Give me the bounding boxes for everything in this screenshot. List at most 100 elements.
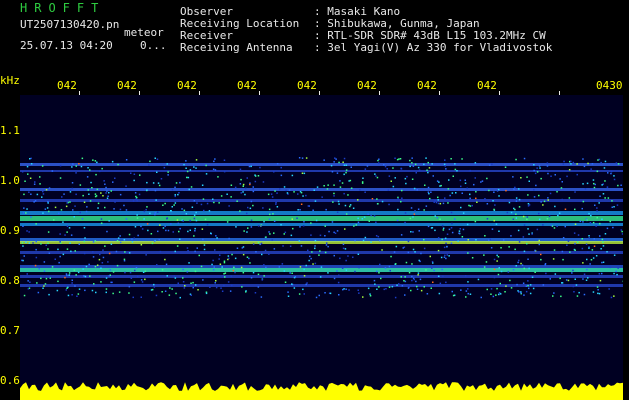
noise-dot: [69, 189, 72, 191]
noise-dot: [491, 163, 493, 165]
x-tick-label: 042: [117, 79, 137, 92]
noise-dot: [428, 167, 431, 169]
noise-dot: [469, 197, 471, 200]
noise-dot: [205, 173, 208, 175]
noise-dot: [151, 242, 154, 245]
noise-dot: [343, 173, 345, 176]
noise-dot: [550, 175, 552, 177]
noise-dot: [328, 230, 330, 233]
noise-dot: [358, 266, 360, 269]
noise-dot: [416, 285, 418, 288]
noise-dot: [175, 292, 177, 295]
noise-dot: [61, 196, 63, 198]
noise-dot: [83, 252, 86, 255]
noise-dot: [133, 179, 135, 182]
noise-dot: [533, 189, 535, 191]
noise-dot: [400, 276, 402, 278]
noise-dot: [590, 259, 593, 261]
noise-dot: [332, 201, 334, 203]
noise-dot: [486, 218, 489, 220]
noise-dot: [357, 217, 359, 220]
noise-dot: [200, 265, 203, 268]
noise-dot: [97, 202, 100, 205]
noise-dot: [315, 219, 318, 222]
noise-dot: [234, 257, 237, 260]
noise-dot: [331, 221, 334, 223]
noise-dot: [209, 286, 211, 288]
noise-dot: [444, 254, 446, 257]
noise-dot: [467, 281, 469, 283]
noise-dot: [48, 252, 51, 254]
noise-dot: [169, 287, 171, 289]
noise-dot: [451, 192, 454, 194]
noise-dot: [56, 289, 59, 292]
noise-dot: [394, 157, 396, 159]
noise-dot: [299, 226, 301, 228]
noise-dot: [529, 284, 532, 286]
noise-dot: [95, 195, 98, 197]
noise-dot: [485, 261, 488, 263]
noise-dot: [585, 279, 588, 281]
noise-dot: [103, 180, 105, 182]
noise-dot: [401, 189, 403, 192]
noise-dot: [62, 221, 64, 223]
noise-dot: [156, 158, 159, 160]
noise-dot: [57, 248, 59, 251]
noise-dot: [298, 157, 301, 159]
noise-dot: [574, 223, 577, 225]
noise-dot: [493, 191, 495, 193]
noise-dot: [596, 210, 598, 212]
noise-dot: [213, 201, 215, 204]
noise-dot: [145, 254, 147, 256]
noise-dot: [223, 284, 225, 287]
noise-dot: [344, 228, 346, 230]
noise-dot: [561, 198, 563, 201]
noise-dot: [65, 289, 67, 291]
noise-dot: [154, 212, 157, 214]
noise-dot: [140, 225, 142, 228]
noise-dot: [505, 189, 507, 192]
noise-dot: [194, 230, 196, 232]
y-tick-label: 1.1: [0, 124, 20, 137]
noise-dot: [42, 190, 44, 193]
noise-dot: [297, 209, 299, 211]
noise-dot: [319, 234, 322, 237]
noise-dot: [27, 288, 30, 290]
noise-dot: [595, 225, 597, 227]
noise-dot: [330, 164, 333, 167]
noise-dot: [26, 165, 29, 168]
noise-dot: [566, 175, 568, 178]
noise-dot: [384, 165, 387, 168]
noise-dot: [235, 226, 237, 228]
noise-dot: [146, 223, 149, 225]
noise-dot: [446, 254, 448, 256]
noise-dot: [345, 164, 348, 166]
noise-dot: [454, 163, 456, 165]
noise-dot: [116, 240, 119, 242]
noise-dot: [262, 181, 265, 183]
noise-dot: [260, 225, 262, 227]
noise-dot: [597, 159, 599, 161]
noise-dot: [464, 182, 467, 184]
noise-dot: [51, 170, 54, 172]
noise-dot: [223, 273, 225, 275]
noise-dot: [161, 291, 163, 293]
noise-dot: [516, 283, 518, 286]
noise-dot: [125, 209, 128, 211]
noise-dot: [300, 203, 303, 205]
noise-dot: [324, 225, 326, 227]
noise-dot: [87, 167, 89, 169]
noise-dot: [538, 194, 540, 197]
noise-dot: [205, 164, 207, 167]
noise-dot: [106, 230, 108, 233]
noise-dot: [27, 280, 29, 282]
noise-dot: [89, 275, 91, 277]
noise-dot: [419, 260, 421, 263]
noise-dot: [220, 287, 222, 289]
noise-dot: [92, 241, 95, 243]
noise-dot: [528, 204, 531, 206]
noise-dot: [106, 197, 109, 199]
noise-dot: [454, 218, 456, 220]
noise-dot: [273, 248, 276, 250]
noise-dot: [527, 280, 529, 282]
